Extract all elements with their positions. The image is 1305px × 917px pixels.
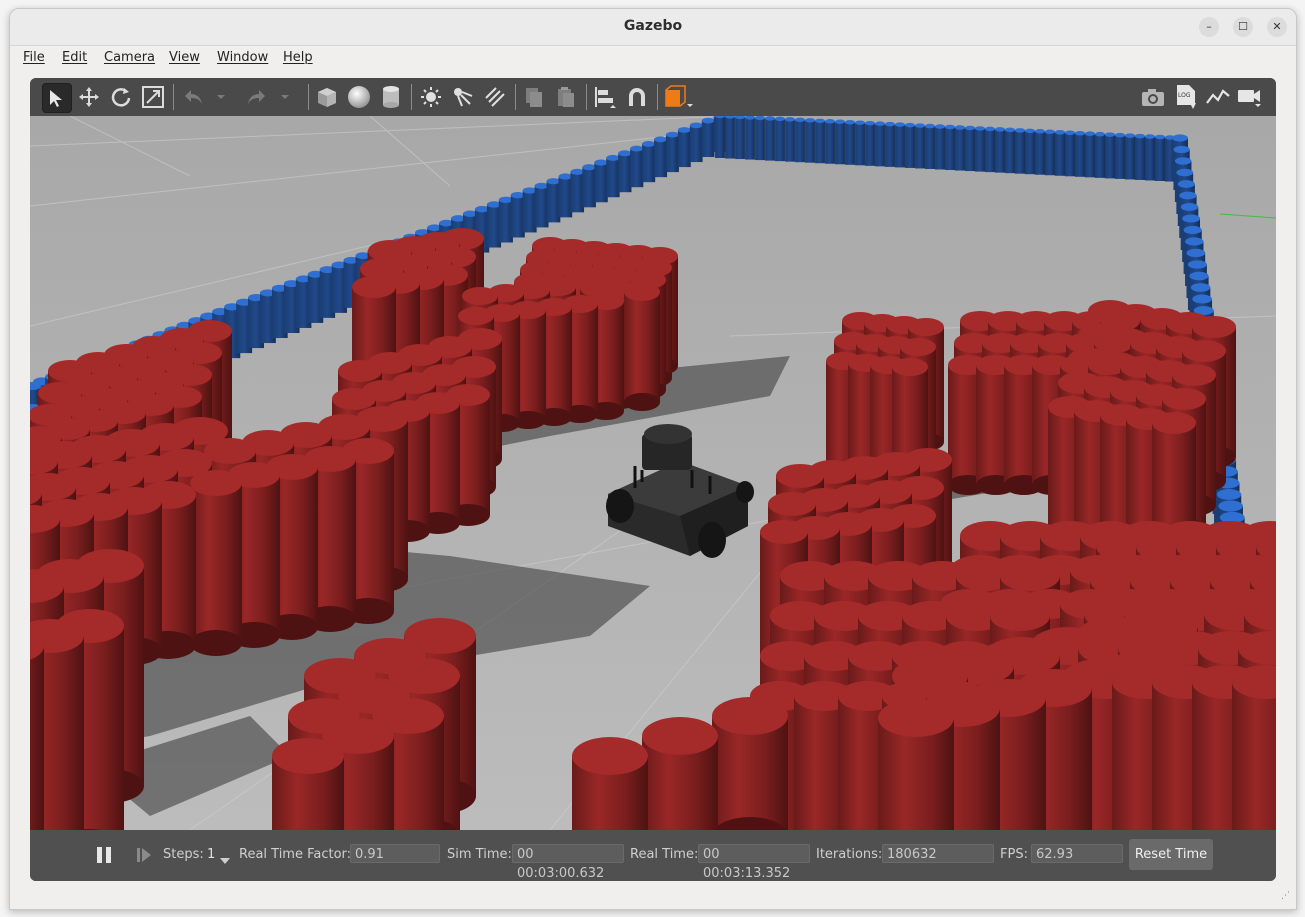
menu-edit[interactable]: Edit	[62, 50, 87, 65]
menu-view[interactable]: View	[169, 50, 200, 65]
translate-icon[interactable]	[75, 83, 103, 111]
3d-viewport[interactable]	[30, 116, 1276, 830]
undo-history-icon[interactable]	[212, 83, 230, 111]
copy-icon[interactable]	[520, 83, 548, 111]
snap-icon[interactable]	[623, 83, 651, 111]
toolbar-separator	[657, 84, 658, 110]
red-cylinder-obstacle	[190, 470, 242, 656]
rotate-icon[interactable]	[107, 83, 135, 111]
red-cylinder-obstacle	[642, 717, 718, 830]
maximize-button[interactable]: ☐	[1233, 17, 1253, 37]
minimize-button[interactable]: –	[1199, 17, 1219, 37]
video-record-icon[interactable]	[1236, 83, 1264, 111]
scale-icon[interactable]	[139, 83, 167, 111]
real-time-field: 00 00:03:13.352	[698, 844, 810, 881]
red-cylinder-obstacle	[1232, 665, 1276, 830]
real-time-factor-label: Real Time Factor:	[239, 847, 352, 862]
real-time-label: Real Time:	[630, 847, 699, 862]
iterations-field: 180632	[882, 844, 994, 863]
redo-history-icon[interactable]	[276, 83, 294, 111]
paste-icon[interactable]	[552, 83, 580, 111]
toolbar-separator	[173, 84, 174, 110]
undo-icon[interactable]	[180, 83, 208, 111]
change-view-icon[interactable]	[662, 83, 696, 111]
steps-dropdown-icon[interactable]	[220, 849, 230, 868]
screenshot-icon[interactable]	[1139, 83, 1167, 111]
select-arrow-icon[interactable]	[42, 83, 72, 113]
toolbar-separator	[515, 84, 516, 110]
menu-bar: File Edit Camera View Window Help	[10, 46, 1296, 70]
menu-window[interactable]: Window	[217, 50, 268, 65]
fps-label: FPS:	[1000, 847, 1028, 862]
plot-icon[interactable]	[1204, 83, 1232, 111]
red-cylinder-obstacle	[878, 699, 954, 830]
title-bar[interactable]: Gazebo – ☐ ✕	[10, 9, 1296, 46]
spot-light-icon[interactable]	[449, 83, 477, 111]
iterations-label: Iterations:	[816, 847, 883, 862]
red-cylinder-obstacle	[572, 737, 648, 830]
red-cylinder-obstacle	[30, 632, 44, 830]
toolbar: LOG	[30, 78, 1276, 117]
menu-file[interactable]: File	[23, 50, 45, 65]
pause-icon[interactable]	[96, 846, 112, 868]
resize-grip-icon[interactable]: ⋰	[1281, 891, 1290, 901]
cylinder-icon[interactable]	[377, 83, 405, 111]
svg-text:LOG: LOG	[1178, 92, 1191, 99]
toolbar-separator	[308, 84, 309, 110]
bottom-bar: Steps: 1 Real Time Factor: 0.91 Sim Time…	[30, 830, 1276, 881]
log-icon[interactable]: LOG	[1172, 83, 1200, 111]
steps-label: Steps:	[163, 847, 204, 862]
sphere-icon[interactable]	[345, 83, 373, 111]
redo-icon[interactable]	[242, 83, 270, 111]
red-cylinder-obstacle	[624, 283, 660, 411]
point-light-icon[interactable]	[417, 83, 445, 111]
gazebo-window: Gazebo – ☐ ✕ File Edit Camera View Windo…	[9, 8, 1297, 910]
red-cylinder-obstacle	[712, 697, 788, 830]
fps-field: 62.93	[1031, 844, 1123, 863]
align-icon[interactable]	[591, 83, 619, 111]
window-title: Gazebo	[623, 18, 683, 34]
sim-time-field: 00 00:03:00.632	[512, 844, 624, 881]
menu-camera[interactable]: Camera	[104, 50, 155, 65]
box-icon[interactable]	[313, 83, 341, 111]
reset-time-button[interactable]: Reset Time	[1129, 839, 1213, 870]
gazebo-main-panel: LOG Steps: 1 Real Time Factor: 0.91 Sim …	[30, 78, 1276, 881]
red-cylinder-obstacle	[272, 738, 344, 830]
step-icon[interactable]	[136, 847, 152, 867]
close-button[interactable]: ✕	[1267, 17, 1287, 37]
menu-help[interactable]: Help	[283, 50, 313, 65]
scene-canvas	[30, 116, 1276, 830]
sim-time-label: Sim Time:	[447, 847, 512, 862]
directional-light-icon[interactable]	[481, 83, 509, 111]
toolbar-separator	[586, 84, 587, 110]
toolbar-separator	[411, 84, 412, 110]
steps-value[interactable]: 1	[207, 847, 215, 862]
real-time-factor-field: 0.91	[350, 844, 440, 863]
